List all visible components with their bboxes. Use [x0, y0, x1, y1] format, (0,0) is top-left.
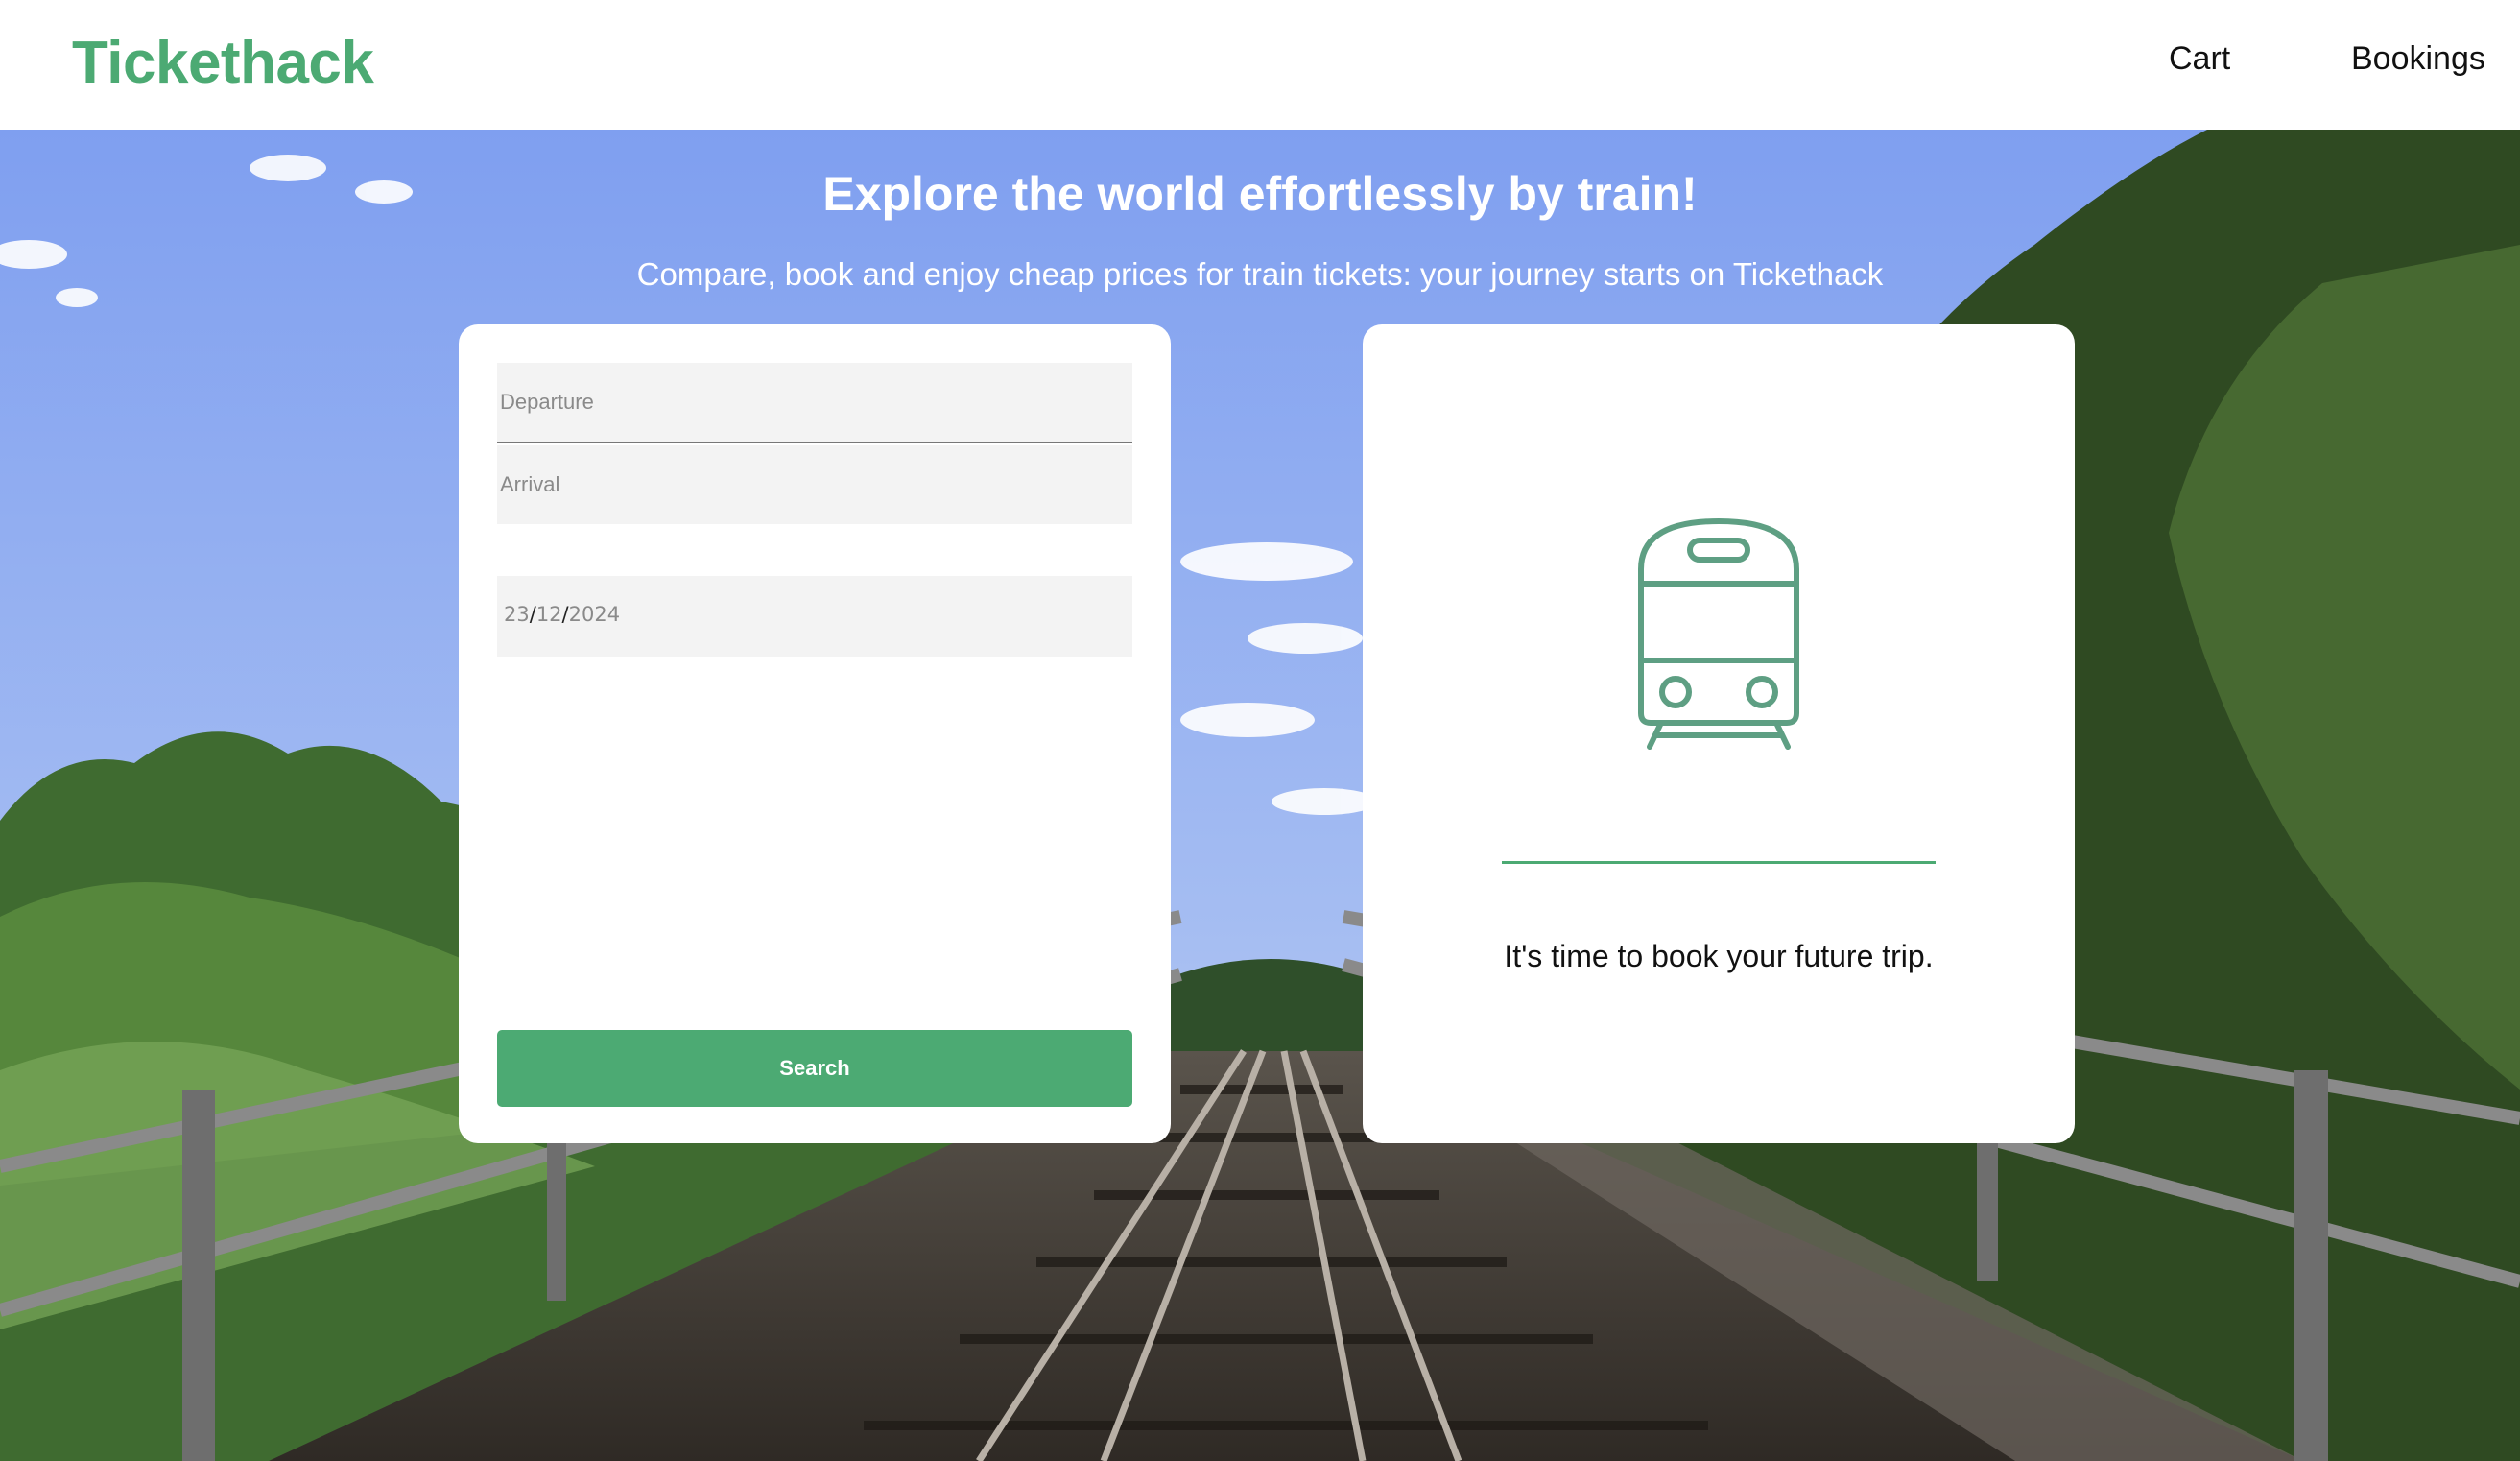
top-navbar: Tickethack Cart Bookings	[0, 0, 2520, 130]
result-message: It's time to book your future trip.	[1504, 939, 1934, 973]
result-divider	[1502, 861, 1936, 864]
arrival-field[interactable]	[497, 445, 1132, 524]
railway-bridge-background-image	[0, 130, 2520, 1461]
brand-logo[interactable]: Tickethack	[72, 29, 374, 97]
date-separator: /	[529, 603, 536, 626]
date-separator: /	[561, 603, 569, 626]
train-icon	[1638, 518, 1799, 750]
departure-input[interactable]	[497, 363, 1132, 442]
date-month[interactable]: 12	[536, 603, 562, 626]
arrival-input[interactable]	[497, 445, 1132, 524]
departure-field[interactable]	[497, 363, 1132, 443]
hero-subtitle: Compare, book and enjoy cheap prices for…	[636, 256, 1884, 292]
date-day[interactable]: 23	[504, 603, 530, 626]
nav-cart-link[interactable]: Cart	[2169, 40, 2230, 78]
date-field[interactable]: 23/12/2024	[497, 576, 1132, 657]
hero-title: Explore the world effortlessly by train!	[822, 167, 1698, 221]
nav-bookings-link[interactable]: Bookings	[2351, 40, 2485, 78]
search-button[interactable]: Search	[497, 1030, 1132, 1107]
date-year[interactable]: 2024	[569, 603, 620, 626]
date-input[interactable]: 23/12/2024	[504, 603, 620, 626]
search-card: 23/12/2024 Search	[459, 324, 1171, 1143]
hero-section: Explore the world effortlessly by train!…	[0, 130, 2520, 1461]
result-card: It's time to book your future trip.	[1363, 324, 2075, 1143]
